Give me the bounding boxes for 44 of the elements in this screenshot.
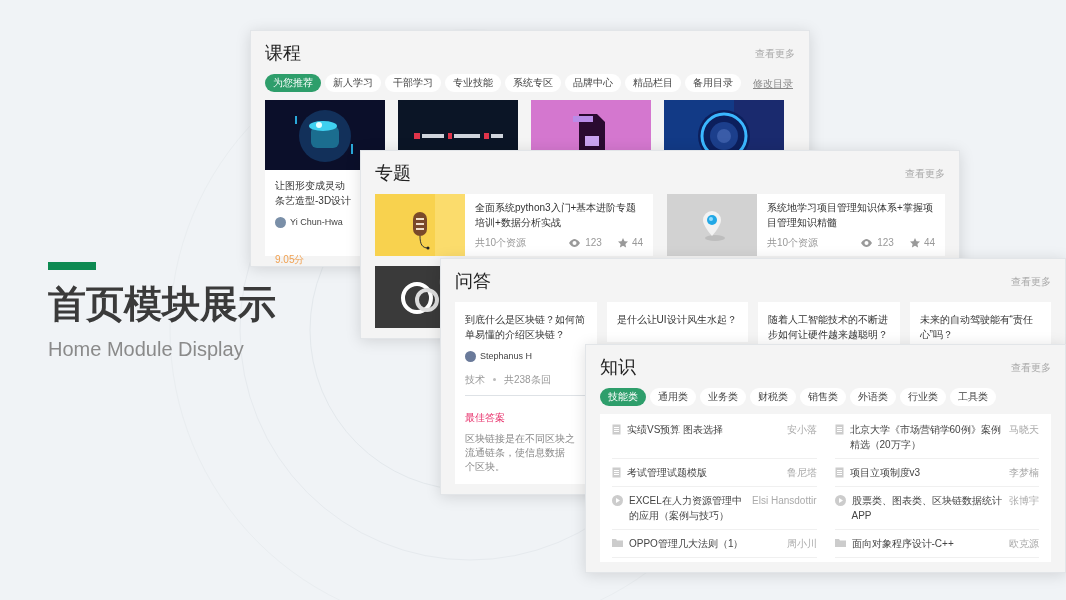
- item-title: 面向对象程序设计-C++: [851, 537, 955, 551]
- item-author: 鲁尼塔: [786, 466, 817, 480]
- topic-title: 系统地学习项目管理知识体系+掌握项目管理知识精髓: [767, 201, 934, 230]
- question-title: 随着人工智能技术的不断进步如何让硬件越来越聪明？: [768, 313, 889, 342]
- question-title: 到底什么是区块链？如何简单易懂的介绍区块链？: [465, 313, 586, 342]
- page-subtitle: Home Module Display: [48, 336, 245, 362]
- section-title: 问答: [455, 270, 491, 293]
- item-title: 实绩VS预算 图表选择: [627, 423, 725, 437]
- author-name: Stephanus H: [480, 350, 533, 363]
- resource-count: 共10个资源: [475, 236, 527, 250]
- item-title: 股票类、图表类、区块链数据统计APP: [851, 494, 1003, 523]
- item-author: Elsi Hansdottir: [752, 494, 817, 508]
- item-title: 考试管理试题模版: [627, 466, 708, 480]
- item-author: 马晓天: [1009, 423, 1039, 437]
- section-title: 知识: [600, 356, 636, 379]
- course-title-line: 让图形变成灵动: [275, 179, 345, 193]
- item-title: OPPO管理几大法则（1）: [629, 537, 745, 551]
- question-title: 是什么让UI设计风生水起？: [616, 313, 738, 327]
- item-author: 李梦楠: [1009, 466, 1039, 480]
- item-author: 安小落: [786, 423, 817, 437]
- course-score: 9.05分: [275, 253, 305, 265]
- answer-text-line: 流通链条，使信息数据: [465, 445, 565, 460]
- item-author: 欧克源: [1009, 537, 1039, 551]
- item-author: 张博宇: [1009, 494, 1039, 508]
- item-title: 北京大学《市场营销学60例》案例精选（20万字）: [849, 423, 1002, 452]
- resource-count: 共10个资源: [767, 236, 819, 250]
- view-count: 123: [877, 236, 894, 250]
- item-title: 项目立项制度v3: [849, 466, 922, 480]
- course-title-line: 条艺造型-3D设计: [275, 194, 352, 208]
- author-name: Yi Chun-Hwa: [290, 216, 343, 229]
- item-author: 周小川: [786, 537, 817, 551]
- view-count: 123: [585, 236, 602, 250]
- topic-title: 全面系统python3入门+基本进阶专题培训+数据分析实战: [475, 201, 638, 230]
- section-title: 课程: [265, 42, 301, 65]
- question-title: 未来的自动驾驶能有“责任心”吗？: [919, 313, 1034, 342]
- favorite-count: 44: [631, 236, 643, 250]
- item-title: EXCEL在人力资源管理中的应用（案例与技巧）: [629, 494, 743, 523]
- page-title: 首页模块展示: [48, 282, 276, 327]
- answer-text-line: 个区块。: [465, 459, 505, 474]
- question-tag: 技术: [465, 371, 485, 387]
- answer-count: 共238条回: [504, 372, 551, 387]
- best-answer-label: 最佳答案: [465, 411, 505, 423]
- favorite-count: 44: [923, 236, 935, 250]
- answer-text-line: 区块链接是在不同区块之: [465, 431, 575, 446]
